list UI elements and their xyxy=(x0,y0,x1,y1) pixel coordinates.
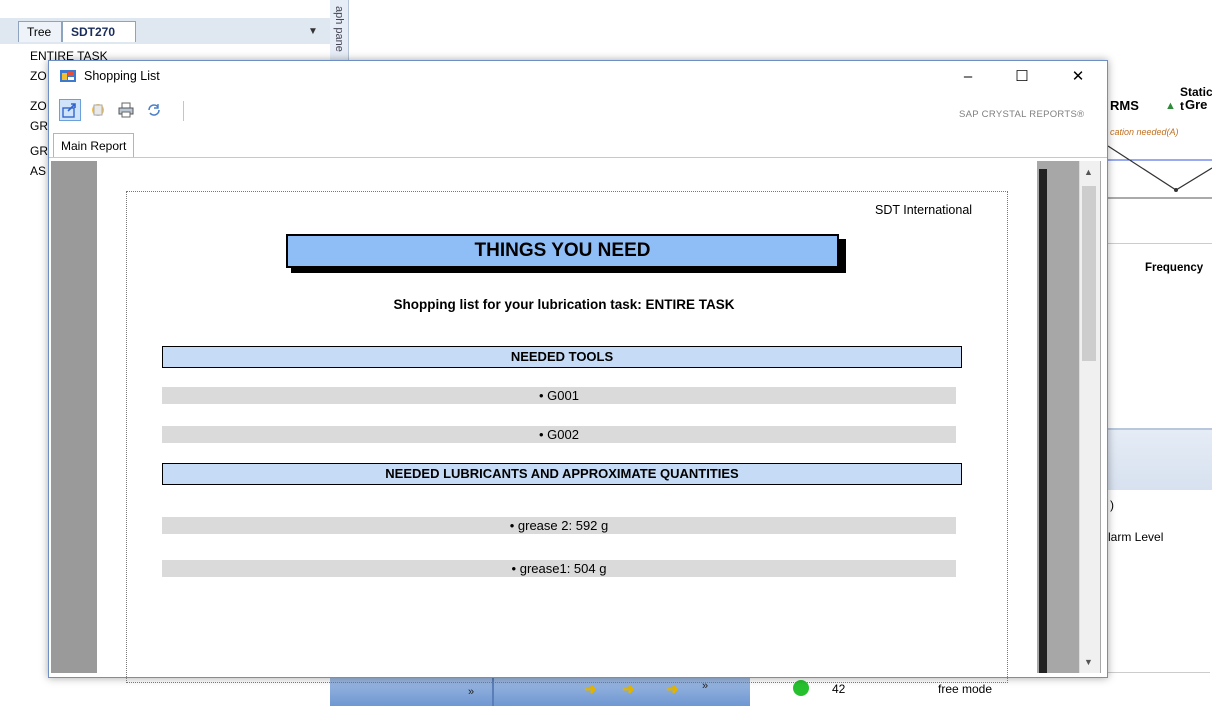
close-button[interactable]: ✕ xyxy=(1055,61,1101,93)
chevron-double-icon[interactable]: » xyxy=(468,686,474,698)
scroll-down-icon[interactable]: ▼ xyxy=(1084,657,1093,667)
tree-item[interactable]: GR xyxy=(30,144,48,158)
window-title: Shopping List xyxy=(84,69,160,83)
viewer-gutter xyxy=(51,161,97,673)
minimize-button[interactable]: – xyxy=(945,61,991,93)
list-item: • grease1: 504 g xyxy=(162,560,956,577)
report-toolbar xyxy=(49,93,1107,127)
scrollbar-thumb[interactable] xyxy=(1082,186,1096,361)
tree-item[interactable]: ZO xyxy=(30,99,47,113)
tab-main-report[interactable]: Main Report xyxy=(53,133,135,157)
divider xyxy=(1108,243,1212,244)
export-icon[interactable] xyxy=(59,99,81,121)
report-title: THINGS YOU NEED xyxy=(286,234,839,268)
chevron-down-icon[interactable]: ▼ xyxy=(308,26,318,37)
list-item: • grease 2: 592 g xyxy=(162,517,956,534)
crystal-reports-app-icon xyxy=(60,70,76,82)
tree-item[interactable]: AS xyxy=(30,164,46,178)
chart-annotation: cation needed(A) xyxy=(1110,127,1179,137)
shopping-list-window: Shopping List – ☐ ✕ SAP CRYSTAL REPORTS®… xyxy=(48,60,1108,683)
sap-crystal-reports-logo: SAP CRYSTAL REPORTS® xyxy=(959,109,1085,120)
tab-tree[interactable]: Tree xyxy=(18,21,62,42)
print-setup-icon[interactable] xyxy=(87,99,109,121)
report-subtitle: Shopping list for your lubrication task:… xyxy=(393,297,735,312)
report-tab-strip xyxy=(49,129,1107,158)
rms-label: RMS xyxy=(1110,98,1139,113)
green-label: Gre xyxy=(1185,97,1208,112)
alarm-level-column: larm Level xyxy=(1108,530,1164,544)
printer-icon[interactable] xyxy=(115,99,137,121)
scroll-up-icon[interactable]: ▲ xyxy=(1084,167,1093,177)
company-name: SDT International xyxy=(875,203,973,217)
section-header-lubricants: NEEDED LUBRICANTS AND APPROXIMATE QUANTI… xyxy=(162,463,962,485)
section-header-tools: NEEDED TOOLS xyxy=(162,346,962,368)
page-edge xyxy=(1039,169,1047,673)
tree-item[interactable]: ZO xyxy=(30,69,47,83)
tab-sdt270[interactable]: SDT270 xyxy=(62,21,136,42)
refresh-icon[interactable] xyxy=(143,99,165,121)
graph-panel-label: aph pane xyxy=(333,6,345,52)
list-item: • G002 xyxy=(162,426,956,443)
panel-header xyxy=(1108,428,1212,490)
trend-chart xyxy=(1108,145,1212,199)
table-cell: free mode xyxy=(938,682,993,696)
column-paren: ) xyxy=(1110,498,1114,512)
toolbar-separator xyxy=(183,101,184,121)
triangle-up-icon: ▲ xyxy=(1165,100,1176,112)
frequency-label: Frequency xyxy=(1145,262,1204,274)
tree-item[interactable]: GR xyxy=(30,119,48,133)
table-cell: 42 xyxy=(832,682,846,696)
maximize-button[interactable]: ☐ xyxy=(999,61,1045,93)
list-item: • G001 xyxy=(162,387,956,404)
